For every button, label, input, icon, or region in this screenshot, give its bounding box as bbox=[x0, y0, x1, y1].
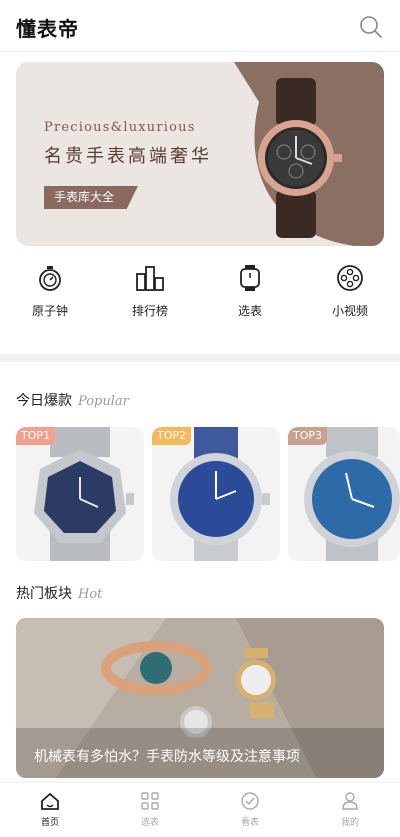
nav-item-short-video[interactable]: 小视频 bbox=[310, 264, 390, 319]
nav-item-atomic-clock[interactable]: 原子钟 bbox=[10, 264, 90, 319]
rank-badge: TOP3 bbox=[288, 427, 328, 445]
nav-label-short-video: 小视频 bbox=[331, 304, 368, 318]
hot-subtitle: Hot bbox=[78, 587, 103, 602]
grid-icon bbox=[141, 792, 159, 810]
category-nav: 原子钟 排行榜 选表 小视频 bbox=[0, 264, 400, 344]
watch-face-icon bbox=[241, 792, 259, 810]
nav-item-select-watch[interactable]: 选表 bbox=[210, 264, 290, 319]
promo-banner[interactable]: Precious&luxurious 名贵手表高端奢华 手表库大全 bbox=[16, 62, 384, 246]
rank-badge: TOP2 bbox=[152, 427, 192, 445]
section-divider bbox=[0, 354, 400, 362]
banner-chinese-text: 名贵手表高端奢华 bbox=[44, 146, 212, 167]
popular-item-1[interactable]: TOP1 bbox=[16, 427, 144, 561]
popular-section-header: 今日爆款 Popular bbox=[16, 390, 129, 410]
bottom-tab-bar: 首页 选表 看表 我的 bbox=[0, 782, 400, 837]
tab-label-watch: 看表 bbox=[240, 818, 259, 828]
watch-image bbox=[304, 427, 400, 561]
nav-label-ranking: 排行榜 bbox=[131, 304, 168, 318]
tab-select[interactable]: 选表 bbox=[100, 791, 200, 828]
nav-item-ranking[interactable]: 排行榜 bbox=[110, 264, 190, 319]
top-header: 懂表帝 bbox=[0, 0, 400, 52]
hot-article-card[interactable]: 机械表有多怕水？手表防水等级及注意事项 bbox=[16, 618, 384, 778]
home-icon bbox=[41, 792, 59, 810]
watch-select-icon bbox=[240, 265, 260, 291]
watch-library-button[interactable]: 手表库大全 bbox=[44, 186, 138, 209]
popular-title: 今日爆款 bbox=[16, 393, 72, 409]
tab-profile[interactable]: 我的 bbox=[300, 791, 400, 828]
nav-label-atomic-clock: 原子钟 bbox=[31, 304, 68, 318]
tab-label-home: 首页 bbox=[40, 818, 59, 828]
rank-badge: TOP1 bbox=[16, 427, 56, 445]
user-icon bbox=[342, 792, 358, 810]
main-content: Precious&luxurious 名贵手表高端奢华 手表库大全 原子钟 排行… bbox=[0, 52, 400, 782]
stopwatch-icon bbox=[39, 266, 61, 291]
film-reel-icon bbox=[337, 265, 363, 291]
hot-section-header: 热门板块 Hot bbox=[16, 583, 102, 603]
tab-label-select: 选表 bbox=[140, 818, 159, 828]
luxury-watch-image bbox=[258, 78, 342, 238]
hot-title: 热门板块 bbox=[16, 586, 72, 602]
search-icon[interactable] bbox=[358, 14, 384, 40]
watch-image bbox=[170, 427, 270, 561]
banner-english-text: Precious&luxurious bbox=[44, 120, 196, 135]
article-caption: 机械表有多怕水？手表防水等级及注意事项 bbox=[34, 749, 300, 765]
tab-watch[interactable]: 看表 bbox=[200, 791, 300, 828]
ranking-icon bbox=[136, 266, 164, 291]
tab-label-profile: 我的 bbox=[340, 818, 359, 828]
watch-image bbox=[34, 427, 134, 561]
nav-label-select-watch: 选表 bbox=[237, 304, 262, 318]
popular-item-2[interactable]: TOP2 bbox=[152, 427, 280, 561]
tab-home[interactable]: 首页 bbox=[0, 791, 100, 828]
app-title: 懂表帝 bbox=[16, 17, 79, 41]
popular-subtitle: Popular bbox=[78, 394, 129, 409]
popular-item-3[interactable]: TOP3 bbox=[288, 427, 400, 561]
